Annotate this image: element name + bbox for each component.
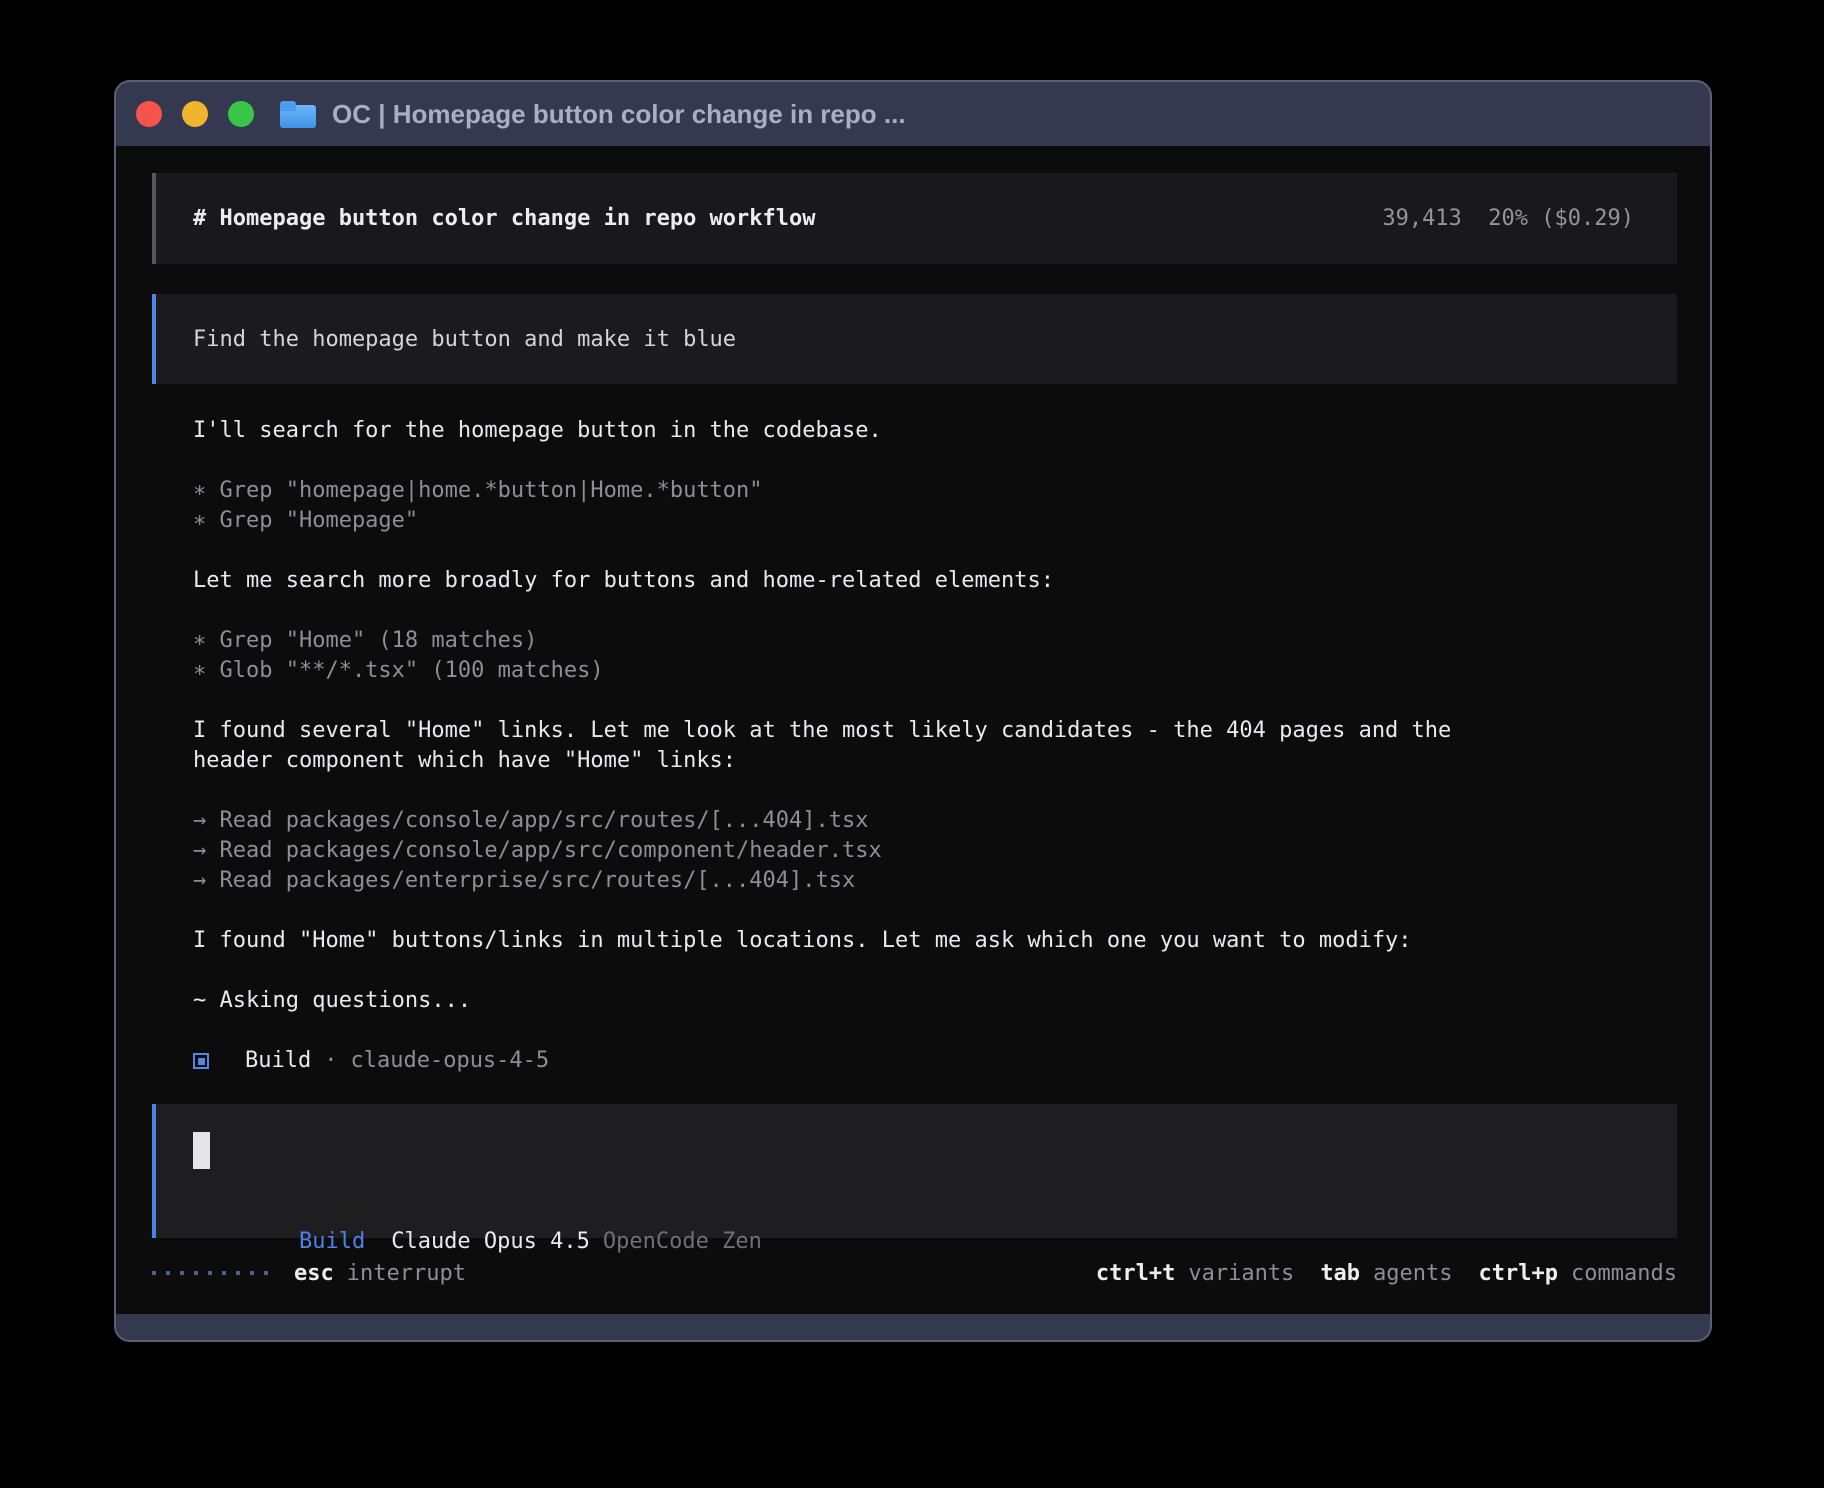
model-name: Claude Opus 4.5 bbox=[391, 1229, 590, 1254]
tool-call-line: → Read packages/enterprise/src/routes/[.… bbox=[193, 866, 1643, 896]
assistant-text-line: I'll search for the homepage button in t… bbox=[193, 416, 1643, 446]
indicator-dot bbox=[208, 1271, 212, 1275]
user-message-text: Find the homepage button and make it blu… bbox=[193, 327, 736, 352]
blank-line bbox=[193, 776, 1643, 806]
close-button[interactable] bbox=[136, 101, 162, 127]
tool-call-line: → Read packages/console/app/src/componen… bbox=[193, 836, 1643, 866]
zoom-button[interactable] bbox=[228, 101, 254, 127]
terminal-window: OC | Homepage button color change in rep… bbox=[114, 80, 1712, 1342]
blank-line bbox=[193, 446, 1643, 476]
hint-key: tab bbox=[1320, 1261, 1360, 1286]
hints-right: ctrl+t variants tab agents ctrl+p commands bbox=[1096, 1261, 1677, 1286]
assistant-text-line: header component which have "Home" links… bbox=[193, 746, 1643, 776]
indicator-dot bbox=[194, 1271, 198, 1275]
assistant-text-line: ~ Asking questions... bbox=[193, 986, 1643, 1016]
hint-key: ctrl+t bbox=[1096, 1261, 1175, 1286]
tool-call-line: ∗ Glob "**/*.tsx" (100 matches) bbox=[193, 656, 1643, 686]
agent-name: Build bbox=[245, 1046, 311, 1076]
terminal-content: # Homepage button color change in repo w… bbox=[116, 146, 1710, 1314]
agent-model: claude-opus-4-5 bbox=[350, 1046, 549, 1076]
indicator-dot bbox=[166, 1271, 170, 1275]
window-bottom-edge bbox=[116, 1314, 1710, 1340]
assistant-text-line: I found "Home" buttons/links in multiple… bbox=[193, 926, 1643, 956]
session-stats: 39,413 20% ($0.29) bbox=[1382, 206, 1634, 231]
tool-call-line: ∗ Grep "Home" (18 matches) bbox=[193, 626, 1643, 656]
session-title: # Homepage button color change in repo w… bbox=[193, 206, 816, 231]
blank-line bbox=[193, 686, 1643, 716]
blank-line bbox=[193, 536, 1643, 566]
indicator-dot bbox=[222, 1271, 226, 1275]
prompt-input[interactable]: BuildClaude Opus 4.5OpenCode Zen bbox=[152, 1104, 1677, 1238]
folder-icon bbox=[280, 101, 316, 128]
keybind-hint-variants: ctrl+t variants bbox=[1096, 1261, 1294, 1286]
assistant-text-line: I found several "Home" links. Let me loo… bbox=[193, 716, 1643, 746]
hint-label: commands bbox=[1571, 1261, 1677, 1286]
separator-dot: · bbox=[324, 1046, 337, 1076]
indicator-dot bbox=[264, 1271, 268, 1275]
traffic-lights bbox=[136, 101, 254, 127]
blank-line bbox=[193, 1016, 1643, 1046]
keybind-hint-agents: tab agents bbox=[1320, 1261, 1452, 1286]
model-row: BuildClaude Opus 4.5OpenCode Zen bbox=[193, 1197, 1634, 1227]
hint-key: ctrl+p bbox=[1479, 1261, 1558, 1286]
window-title: OC | Homepage button color change in rep… bbox=[332, 99, 906, 130]
tool-call-line: ∗ Grep "homepage|home.*button|Home.*butt… bbox=[193, 476, 1643, 506]
tool-call-line: ∗ Grep "Homepage" bbox=[193, 506, 1643, 536]
model-provider: OpenCode Zen bbox=[603, 1229, 762, 1254]
hint-key: esc bbox=[294, 1261, 334, 1286]
keybind-hint-commands: ctrl+p commands bbox=[1479, 1261, 1677, 1286]
user-message: Find the homepage button and make it blu… bbox=[152, 294, 1677, 384]
tool-call-line: → Read packages/console/app/src/routes/[… bbox=[193, 806, 1643, 836]
hint-label: interrupt bbox=[347, 1261, 466, 1286]
conversation: I'll search for the homepage button in t… bbox=[193, 416, 1643, 1076]
keybind-hints: escinterrupt ctrl+tvariantstabagentsctrl… bbox=[152, 1258, 1677, 1288]
hint-label: variants bbox=[1188, 1261, 1294, 1286]
window-titlebar[interactable]: OC | Homepage button color change in rep… bbox=[116, 82, 1710, 146]
indicator-dot bbox=[250, 1271, 254, 1275]
blank-line bbox=[193, 596, 1643, 626]
agent-icon bbox=[193, 1053, 209, 1069]
agent-mode-label: Build bbox=[299, 1229, 365, 1254]
hint-label: agents bbox=[1373, 1261, 1452, 1286]
blank-line bbox=[193, 956, 1643, 986]
hints-left: esc interrupt bbox=[152, 1261, 466, 1286]
agent-status-line: Build · claude-opus-4-5 bbox=[193, 1046, 1643, 1076]
text-cursor bbox=[193, 1132, 210, 1169]
assistant-text-line: Let me search more broadly for buttons a… bbox=[193, 566, 1643, 596]
indicator-dot bbox=[180, 1271, 184, 1275]
blank-line bbox=[193, 896, 1643, 926]
session-header: # Homepage button color change in repo w… bbox=[152, 173, 1677, 264]
working-indicator-dots bbox=[152, 1271, 268, 1275]
indicator-dot bbox=[152, 1271, 156, 1275]
indicator-dot bbox=[236, 1271, 240, 1275]
keybind-hint-interrupt: esc interrupt bbox=[294, 1261, 466, 1286]
minimize-button[interactable] bbox=[182, 101, 208, 127]
